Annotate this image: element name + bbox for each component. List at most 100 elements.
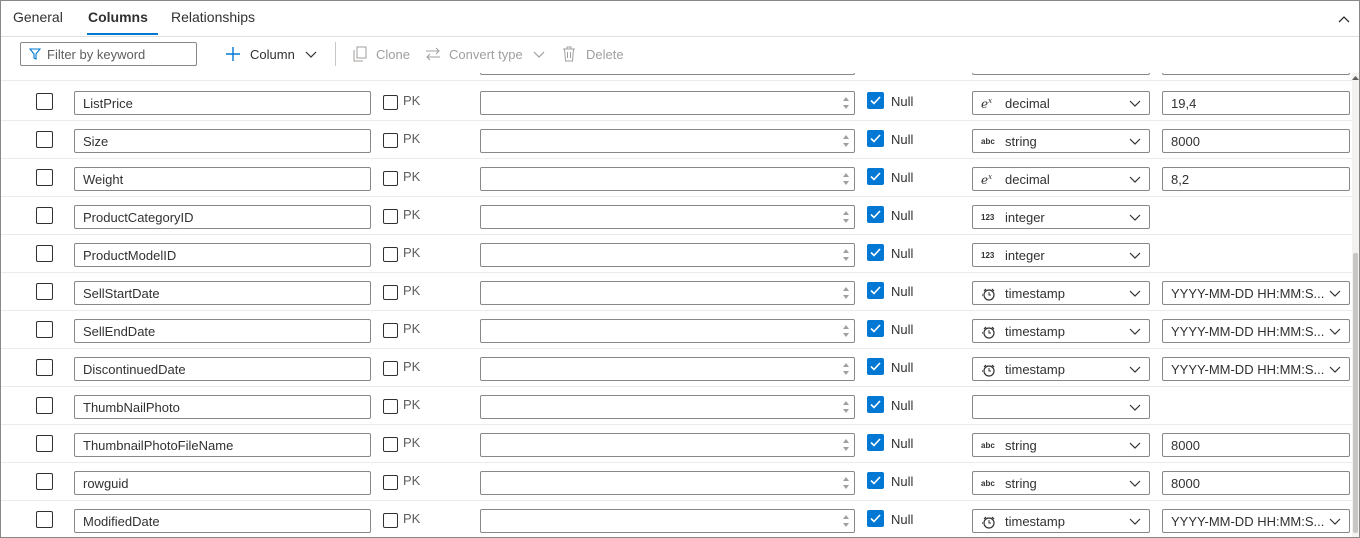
chevron-up-icon[interactable] bbox=[1337, 13, 1351, 27]
vertical-scrollbar[interactable] bbox=[1352, 73, 1359, 537]
column-name-field[interactable]: ThumbnailPhotoFileName bbox=[74, 433, 371, 457]
tab-columns[interactable]: Columns bbox=[88, 9, 148, 25]
row-select-checkbox[interactable] bbox=[36, 473, 53, 490]
primary-key-checkbox[interactable] bbox=[383, 513, 398, 528]
spinner-arrows-icon[interactable] bbox=[840, 398, 852, 416]
data-type-dropdown[interactable]: abc string bbox=[972, 129, 1150, 153]
add-column-button[interactable]: Column bbox=[225, 44, 317, 64]
column-name-field[interactable]: rowguid bbox=[74, 471, 371, 495]
spinner-arrows-icon[interactable] bbox=[840, 94, 852, 112]
description-field[interactable] bbox=[480, 357, 855, 381]
row-select-checkbox[interactable] bbox=[36, 245, 53, 262]
length-precision-field[interactable]: 8,2 bbox=[1162, 167, 1350, 191]
row-select-checkbox[interactable] bbox=[36, 207, 53, 224]
primary-key-checkbox[interactable] bbox=[383, 361, 398, 376]
primary-key-checkbox[interactable] bbox=[383, 247, 398, 262]
row-select-checkbox[interactable] bbox=[36, 511, 53, 528]
spinner-arrows-icon[interactable] bbox=[840, 474, 852, 492]
description-field[interactable] bbox=[480, 281, 855, 305]
format-field[interactable] bbox=[1162, 73, 1350, 75]
description-field[interactable] bbox=[480, 167, 855, 191]
column-name-field[interactable]: ThumbNailPhoto bbox=[74, 395, 371, 419]
spinner-arrows-icon[interactable] bbox=[840, 132, 852, 150]
data-type-dropdown[interactable]: 123 integer bbox=[972, 205, 1150, 229]
nullable-checkbox[interactable] bbox=[867, 472, 884, 489]
spinner-arrows-icon[interactable] bbox=[840, 436, 852, 454]
nullable-checkbox[interactable] bbox=[867, 130, 884, 147]
column-name-field[interactable]: Weight bbox=[74, 167, 371, 191]
primary-key-checkbox[interactable] bbox=[383, 209, 398, 224]
length-precision-field[interactable]: 8000 bbox=[1162, 129, 1350, 153]
nullable-checkbox[interactable] bbox=[867, 244, 884, 261]
scroll-up-icon[interactable] bbox=[1352, 75, 1359, 81]
description-field[interactable] bbox=[480, 243, 855, 267]
column-name-field[interactable]: ProductCategoryID bbox=[74, 205, 371, 229]
data-type-dropdown[interactable]: ex decimal bbox=[972, 91, 1150, 115]
primary-key-checkbox[interactable] bbox=[383, 475, 398, 490]
description-field[interactable] bbox=[480, 205, 855, 229]
spinner-arrows-icon[interactable] bbox=[840, 246, 852, 264]
spinner-arrows-icon[interactable] bbox=[840, 284, 852, 302]
column-name-field[interactable]: Size bbox=[74, 129, 371, 153]
row-select-checkbox[interactable] bbox=[36, 435, 53, 452]
nullable-checkbox[interactable] bbox=[867, 206, 884, 223]
data-type-dropdown[interactable] bbox=[972, 395, 1150, 419]
length-precision-field[interactable]: 8000 bbox=[1162, 471, 1350, 495]
type-dropdown[interactable] bbox=[972, 73, 1150, 75]
convert-type-button[interactable]: Convert type bbox=[425, 44, 545, 64]
column-name-field[interactable]: SellStartDate bbox=[74, 281, 371, 305]
primary-key-checkbox[interactable] bbox=[383, 399, 398, 414]
spinner-arrows-icon[interactable] bbox=[840, 170, 852, 188]
row-select-checkbox[interactable] bbox=[36, 169, 53, 186]
spinner-arrows-icon[interactable] bbox=[840, 512, 852, 530]
column-name-field[interactable]: DiscontinuedDate bbox=[74, 357, 371, 381]
spinner-arrows-icon[interactable] bbox=[840, 322, 852, 340]
column-name-field[interactable]: ProductModelID bbox=[74, 243, 371, 267]
primary-key-checkbox[interactable] bbox=[383, 133, 398, 148]
tab-general[interactable]: General bbox=[13, 9, 63, 25]
clone-button[interactable]: Clone bbox=[353, 44, 410, 64]
description-field[interactable] bbox=[480, 433, 855, 457]
data-type-dropdown[interactable]: abc string bbox=[972, 471, 1150, 495]
nullable-checkbox[interactable] bbox=[867, 168, 884, 185]
nullable-checkbox[interactable] bbox=[867, 358, 884, 375]
row-select-checkbox[interactable] bbox=[36, 321, 53, 338]
nullable-checkbox[interactable] bbox=[867, 92, 884, 109]
format-dropdown[interactable]: YYYY-MM-DD HH:MM:S... bbox=[1162, 509, 1350, 533]
nullable-checkbox[interactable] bbox=[867, 434, 884, 451]
data-type-dropdown[interactable]: abc string bbox=[972, 433, 1150, 457]
description-field[interactable] bbox=[480, 395, 855, 419]
scroll-thumb[interactable] bbox=[1353, 253, 1358, 533]
description-field[interactable] bbox=[480, 471, 855, 495]
column-name-field[interactable]: ListPrice bbox=[74, 91, 371, 115]
data-type-dropdown[interactable]: 123 integer bbox=[972, 243, 1150, 267]
description-field[interactable] bbox=[480, 73, 855, 75]
filter-input[interactable] bbox=[47, 45, 192, 63]
delete-button[interactable]: Delete bbox=[562, 44, 624, 64]
data-type-dropdown[interactable]: timestamp bbox=[972, 509, 1150, 533]
length-precision-field[interactable]: 8000 bbox=[1162, 433, 1350, 457]
column-name-field[interactable]: SellEndDate bbox=[74, 319, 371, 343]
primary-key-checkbox[interactable] bbox=[383, 171, 398, 186]
column-name-field[interactable]: ModifiedDate bbox=[74, 509, 371, 533]
filter-box[interactable] bbox=[20, 42, 197, 66]
format-dropdown[interactable]: YYYY-MM-DD HH:MM:S... bbox=[1162, 357, 1350, 381]
primary-key-checkbox[interactable] bbox=[383, 285, 398, 300]
row-select-checkbox[interactable] bbox=[36, 359, 53, 376]
spinner-arrows-icon[interactable] bbox=[840, 208, 852, 226]
primary-key-checkbox[interactable] bbox=[383, 323, 398, 338]
description-field[interactable] bbox=[480, 319, 855, 343]
data-type-dropdown[interactable]: ex decimal bbox=[972, 167, 1150, 191]
nullable-checkbox[interactable] bbox=[867, 510, 884, 527]
nullable-checkbox[interactable] bbox=[867, 396, 884, 413]
row-select-checkbox[interactable] bbox=[36, 131, 53, 148]
spinner-arrows-icon[interactable] bbox=[840, 360, 852, 378]
description-field[interactable] bbox=[480, 129, 855, 153]
description-field[interactable] bbox=[480, 509, 855, 533]
format-dropdown[interactable]: YYYY-MM-DD HH:MM:S... bbox=[1162, 319, 1350, 343]
nullable-checkbox[interactable] bbox=[867, 320, 884, 337]
nullable-checkbox[interactable] bbox=[867, 282, 884, 299]
length-precision-field[interactable]: 19,4 bbox=[1162, 91, 1350, 115]
format-dropdown[interactable]: YYYY-MM-DD HH:MM:S... bbox=[1162, 281, 1350, 305]
row-select-checkbox[interactable] bbox=[36, 397, 53, 414]
